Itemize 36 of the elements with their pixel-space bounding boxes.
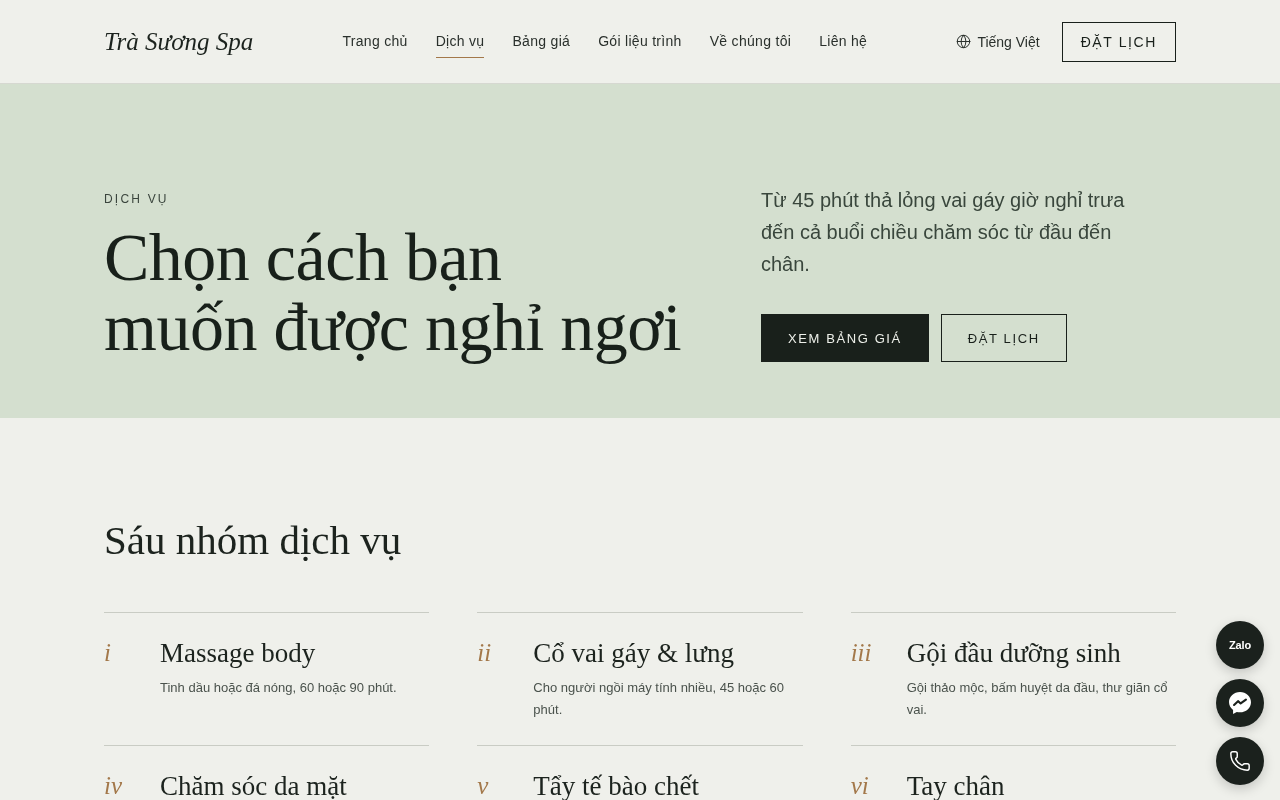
service-numeral: iii xyxy=(850,638,873,668)
price-list-button[interactable]: XEM BẢNG GIÁ xyxy=(761,314,929,362)
service-numeral: v xyxy=(477,771,490,800)
service-description: Tinh dầu hoặc đá nóng, 60 hoặc 90 phút. xyxy=(160,679,397,697)
language-switcher[interactable]: Tiếng Việt xyxy=(956,33,1040,50)
phone-button[interactable] xyxy=(1216,737,1264,785)
zalo-button[interactable]: Zalo xyxy=(1216,621,1264,669)
service-numeral: i xyxy=(104,638,112,668)
phone-icon xyxy=(1229,750,1251,772)
nav-link[interactable]: Gói liệu trình xyxy=(598,33,682,58)
service-numeral: ii xyxy=(477,638,493,668)
messenger-button[interactable] xyxy=(1216,679,1264,727)
hero-heading: Chọn cách bạn muốn được nghỉ ngơi xyxy=(104,222,683,362)
service-title: Chăm sóc da mặt xyxy=(160,770,347,800)
booking-button[interactable]: ĐẶT LỊCH xyxy=(940,314,1067,362)
globe-icon xyxy=(956,34,972,49)
service-title: Tẩy tế bào chết xyxy=(533,770,699,800)
nav-link[interactable]: Về chúng tôi xyxy=(709,33,792,58)
nav-link[interactable]: Bảng giá xyxy=(512,33,571,58)
section-eyebrow: DỊCH VỤ xyxy=(104,192,170,206)
service-numeral: vi xyxy=(850,771,870,800)
service-numeral: iv xyxy=(104,771,124,800)
service-description: Gội thảo mộc, bấm huyệt da đầu, thư giãn cổ vai. xyxy=(906,679,1169,719)
brand-logo[interactable]: Trà Sương Spa xyxy=(104,27,254,56)
nav-link[interactable]: Dịch vụ xyxy=(435,33,485,58)
header-booking-button[interactable]: ĐẶT LỊCH xyxy=(1061,21,1176,62)
hero-description: Từ 45 phút thả lỏng vai gáy giờ nghỉ trưa đến cả buổi chiều chăm sóc từ đầu đến chân. xyxy=(761,188,1126,277)
messenger-icon xyxy=(1229,692,1251,714)
service-title: Massage body xyxy=(160,637,317,669)
nav-link[interactable]: Trang chủ xyxy=(342,33,408,58)
service-title: Cổ vai gáy & lưng xyxy=(533,637,735,669)
nav-link[interactable]: Liên hệ xyxy=(819,33,868,58)
service-description: Cho người ngồi máy tính nhiều, 45 hoặc 60 phút. xyxy=(533,679,785,719)
service-title: Gội đầu dưỡng sinh xyxy=(906,637,1122,669)
service-title: Tay chân xyxy=(906,770,1005,800)
section-heading: Sáu nhóm dịch vụ xyxy=(104,516,403,564)
